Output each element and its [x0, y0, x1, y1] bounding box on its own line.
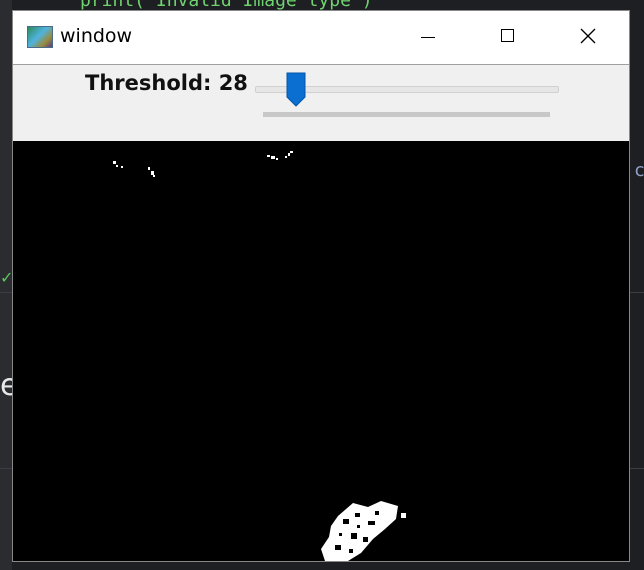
close-button[interactable]	[548, 11, 628, 63]
trackbar-panel: Threshold: 28	[13, 64, 629, 142]
threshold-image	[13, 141, 629, 561]
maximize-icon	[501, 29, 514, 42]
slider-baseline	[263, 112, 550, 117]
opencv-window: window Threshold: 28	[12, 10, 630, 562]
threshold-image-canvas	[13, 141, 629, 561]
title-bar[interactable]: window	[13, 11, 629, 63]
minimize-button[interactable]	[388, 11, 468, 63]
background-code-line: print( Invalid Image type )	[80, 0, 373, 11]
threshold-slider-thumb[interactable]	[285, 72, 307, 108]
maximize-button[interactable]	[468, 11, 548, 63]
window-title: window	[60, 25, 133, 47]
threshold-label: Threshold: 28	[85, 71, 248, 95]
background-text-fragment: c	[634, 160, 644, 181]
app-icon	[27, 26, 53, 48]
minimize-icon	[421, 37, 435, 38]
close-icon	[580, 28, 596, 44]
